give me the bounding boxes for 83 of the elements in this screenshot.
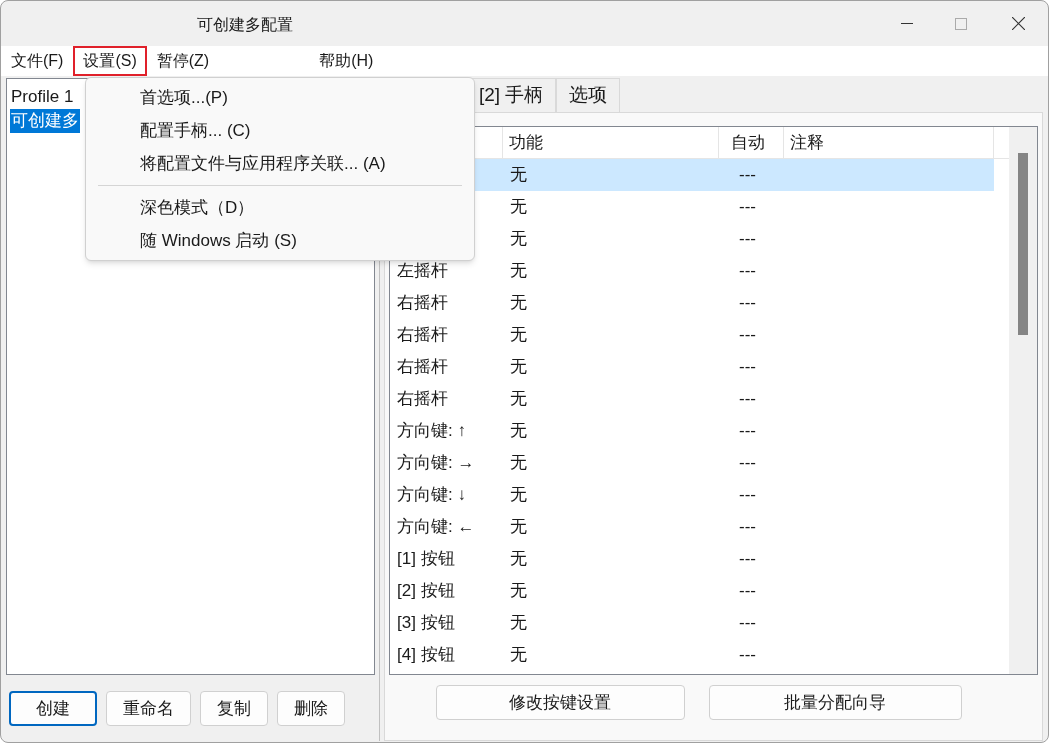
table-row[interactable]: 右摇杆 无 --- <box>390 351 994 383</box>
table-cell: 无 <box>510 165 527 185</box>
table-row[interactable]: [3] 按钮 无 --- <box>390 607 994 639</box>
table-cell: --- <box>739 357 756 377</box>
table-cell: 无 <box>510 389 527 409</box>
table-cell: --- <box>739 293 756 313</box>
table-row[interactable]: 方向键: ↑ 无 --- <box>390 415 994 447</box>
table-row[interactable]: [1] 按钮 无 --- <box>390 543 994 575</box>
table-row[interactable]: [4] 按钮 无 --- <box>390 639 994 671</box>
table-cell: [4] 按钮 <box>397 645 455 665</box>
table-cell: --- <box>739 229 756 249</box>
table-cell: 右摇杆 <box>397 293 448 313</box>
table-cell: 方向键: ← <box>397 517 475 537</box>
table-cell: [2] 按钮 <box>397 581 455 601</box>
profile-button[interactable]: 创建 <box>9 691 97 726</box>
column-header[interactable]: 功能 <box>503 127 719 158</box>
action-button[interactable]: 批量分配向导 <box>708 685 962 720</box>
close-icon <box>1011 17 1025 30</box>
table-row[interactable]: 右摇杆 无 --- <box>390 287 994 319</box>
table-cell: 无 <box>510 325 527 345</box>
table-cell: 左摇杆 <box>397 261 448 281</box>
table-cell: 右摇杆 <box>397 389 448 409</box>
table-cell: 无 <box>510 293 527 313</box>
profile-item[interactable]: 可创建多 <box>10 109 80 133</box>
table-row[interactable]: 方向键: ↓ 无 --- <box>390 479 994 511</box>
menu-item[interactable]: 设置(S) <box>73 46 147 76</box>
table-cell: --- <box>739 197 756 217</box>
table-row[interactable]: 方向键: ← 无 --- <box>390 511 994 543</box>
table-cell: 右摇杆 <box>397 357 448 377</box>
profile-button[interactable]: 复制 <box>200 691 268 726</box>
table-cell: 无 <box>510 229 527 249</box>
table-cell: --- <box>739 389 756 409</box>
table-cell: --- <box>739 549 756 569</box>
table-cell: --- <box>739 485 756 505</box>
table-cell: --- <box>739 421 756 441</box>
profile-button[interactable]: 重命名 <box>106 691 191 726</box>
column-header[interactable]: 自动 <box>719 127 784 158</box>
table-cell: [3] 按钮 <box>397 613 455 633</box>
table-cell: 方向键: → <box>397 453 475 473</box>
table-row[interactable]: 左摇杆 无 --- <box>390 255 994 287</box>
minimize-icon <box>901 22 913 25</box>
table-cell: 无 <box>510 581 527 601</box>
tab[interactable]: 选项 <box>556 78 621 112</box>
table-cell: 无 <box>510 453 527 473</box>
window-title: 可创建多配置 <box>197 15 293 35</box>
table-cell: [1] 按钮 <box>397 549 455 569</box>
dropdown-item[interactable]: 配置手柄... (C) <box>86 114 474 147</box>
table-cell: 方向键: ↓ <box>397 485 466 505</box>
table-cell: 无 <box>510 485 527 505</box>
menu-item[interactable]: 帮助(H) <box>309 46 384 76</box>
table-cell: --- <box>739 645 756 665</box>
table-row[interactable]: 右摇杆 无 --- <box>390 383 994 415</box>
menu-item[interactable]: 暂停(Z) <box>146 46 220 76</box>
table-cell: 无 <box>510 517 527 537</box>
table-cell: 无 <box>510 197 527 217</box>
table-row[interactable]: 方向键: → 无 --- <box>390 447 994 479</box>
table-cell: 方向键: ↑ <box>397 421 466 441</box>
action-button[interactable]: 修改按键设置 <box>435 685 685 720</box>
table-cell: --- <box>739 453 756 473</box>
dropdown-item[interactable]: 随 Windows 启动 (S) <box>86 224 474 257</box>
table-cell: --- <box>739 325 756 345</box>
table-cell: 无 <box>510 613 527 633</box>
menu-item[interactable]: 文件(F) <box>1 46 74 76</box>
table-cell: 右摇杆 <box>397 325 448 345</box>
maximize-icon <box>955 17 967 30</box>
column-header[interactable]: 注释 <box>784 127 994 158</box>
table-cell: --- <box>739 261 756 281</box>
table-cell: --- <box>739 581 756 601</box>
table-cell: 无 <box>510 357 527 377</box>
table-cell: --- <box>739 517 756 537</box>
table-cell: --- <box>739 613 756 633</box>
table-cell: 无 <box>510 261 527 281</box>
table-cell: 无 <box>510 421 527 441</box>
table-cell: 无 <box>510 645 527 665</box>
profile-item[interactable]: Profile 1 <box>10 85 75 109</box>
table-cell: --- <box>739 165 756 185</box>
scrollbar-thumb[interactable] <box>1018 153 1028 335</box>
profile-button[interactable]: 删除 <box>277 691 345 726</box>
table-cell: 无 <box>510 549 527 569</box>
table-row[interactable]: [2] 按钮 无 --- <box>390 575 994 607</box>
scrollbar[interactable] <box>1009 127 1037 674</box>
dropdown-item[interactable]: 深色模式（D） <box>86 191 474 224</box>
table-row[interactable]: 右摇杆 无 --- <box>390 319 994 351</box>
